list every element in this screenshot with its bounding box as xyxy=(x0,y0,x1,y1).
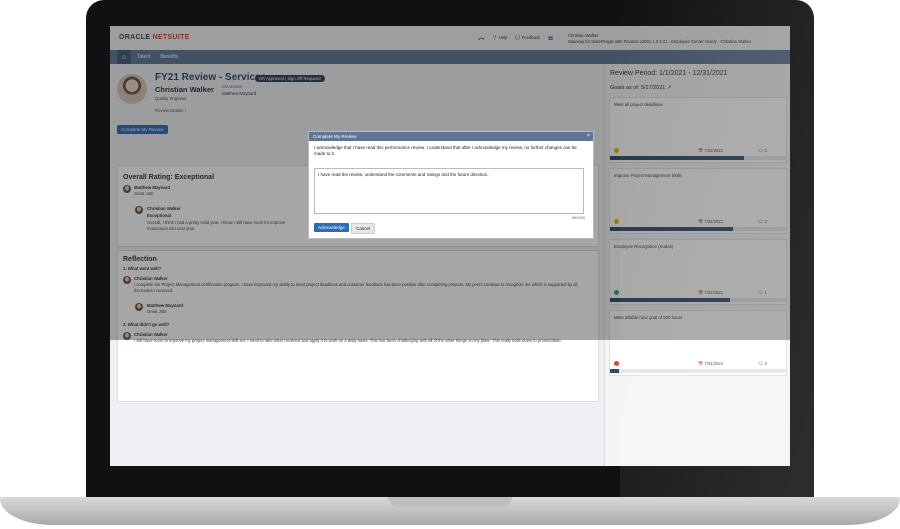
laptop-notch xyxy=(388,497,512,507)
character-count: 86/1000 xyxy=(572,216,585,220)
dialog-header: Complete My Review × xyxy=(309,132,593,141)
goal-comment-count: 🗨 3 xyxy=(758,361,767,366)
calendar-icon: 📅 xyxy=(698,361,704,366)
comment-icon: 🗨 xyxy=(758,361,764,366)
close-icon[interactable]: × xyxy=(587,132,590,141)
status-dot xyxy=(614,361,619,366)
acknowledgement-text: I acknowledge that I have read this perf… xyxy=(314,145,577,157)
acknowledge-button[interactable]: Acknowledge xyxy=(314,223,349,232)
goal-progress-fill xyxy=(610,369,619,373)
goal-due-date: 📅 7/31/2021 xyxy=(698,361,724,366)
cancel-button[interactable]: Cancel xyxy=(351,223,376,234)
complete-review-dialog: Complete My Review × I acknowledge that … xyxy=(308,131,594,239)
goal-progress-bar xyxy=(610,369,786,373)
screen: ORACLE NETSUITE ☍▾ ❓ Help 💬 Feedback 👥 C… xyxy=(110,26,790,466)
comment-textarea[interactable]: I have read the review, understand the c… xyxy=(314,168,584,214)
dialog-title: Complete My Review xyxy=(313,134,357,139)
